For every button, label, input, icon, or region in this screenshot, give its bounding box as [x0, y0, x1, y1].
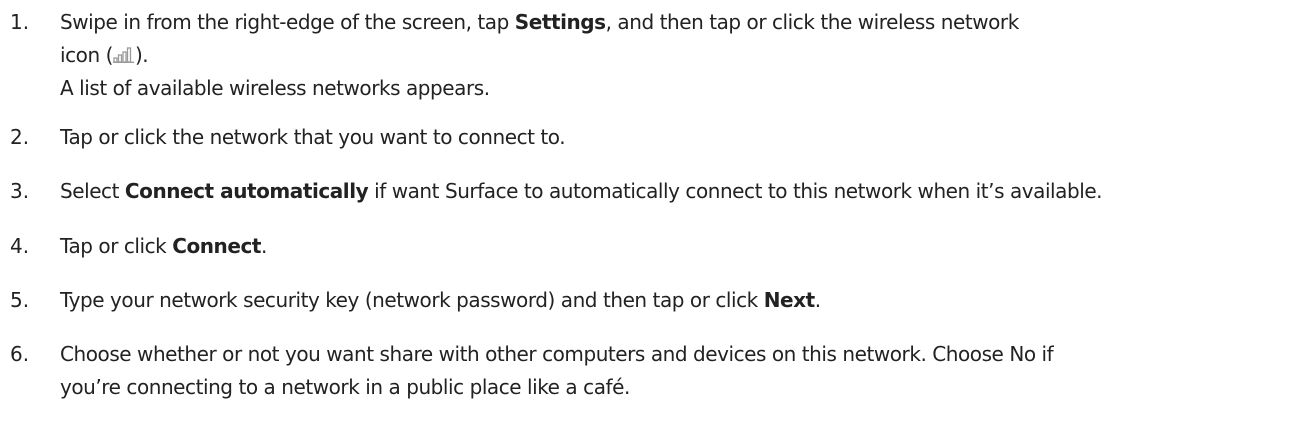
step-text: Tap or click the network that you want t…: [60, 121, 1306, 154]
step-line: Type your network security key (network …: [60, 284, 1306, 317]
text-run: .: [814, 288, 821, 312]
step-line: Tap or click Connect.: [60, 230, 1306, 263]
step-line: you’re connecting to a network in a publ…: [60, 375, 630, 399]
step-number: 6.: [10, 342, 30, 366]
step-text: Type your network security key (network …: [60, 284, 1306, 317]
step-number: 2.: [10, 125, 30, 149]
text-run: Tap or click: [60, 234, 173, 258]
text-run: icon (: [60, 43, 113, 67]
step-line: Select Connect automatically if want Sur…: [60, 175, 1306, 208]
next-term: Next: [763, 288, 815, 312]
step-number: 1.: [10, 10, 30, 34]
connect-term: Connect: [172, 234, 261, 258]
wireless-signal-icon: [112, 47, 135, 63]
step-number: 3.: [10, 179, 30, 203]
text-run: Select: [60, 179, 125, 203]
step-text: Select Connect automatically if want Sur…: [60, 175, 1306, 208]
text-run: if want Surface to automatically connect…: [368, 179, 1103, 203]
step-line: Tap or click the network that you want t…: [60, 125, 566, 149]
step-number: 5.: [10, 288, 30, 312]
step-text: Swipe in from the right-edge of the scre…: [60, 6, 1306, 105]
step-line: icon ().: [60, 39, 1306, 72]
step-line: Choose whether or not you want share wit…: [60, 342, 1054, 366]
settings-term: Settings: [514, 10, 606, 34]
text-run: Type your network security key (network …: [60, 288, 764, 312]
text-run: .: [260, 234, 267, 258]
step-number: 4.: [10, 234, 30, 258]
text-run: Swipe in from the right-edge of the scre…: [60, 10, 515, 34]
connect-automatically-term: Connect automatically: [124, 179, 369, 203]
text-run: , and then tap or click the wireless net…: [605, 10, 1020, 34]
text-run: ).: [134, 43, 149, 67]
step-line: Swipe in from the right-edge of the scre…: [60, 6, 1306, 39]
step-text: Choose whether or not you want share wit…: [60, 338, 1306, 404]
step-text: Tap or click Connect.: [60, 230, 1306, 263]
step-line: A list of available wireless networks ap…: [60, 76, 490, 100]
